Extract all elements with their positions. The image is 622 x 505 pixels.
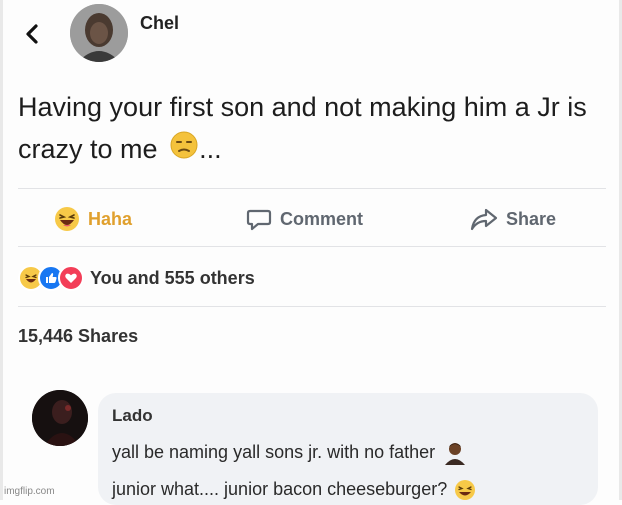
- chevron-left-icon: [26, 24, 38, 44]
- watermark: imgflip.com: [4, 486, 55, 497]
- author-avatar[interactable]: [70, 4, 128, 62]
- post-author[interactable]: Chel: [140, 13, 179, 34]
- divider: [18, 306, 606, 307]
- haha-button[interactable]: Haha: [54, 196, 132, 242]
- share-label: Share: [506, 208, 557, 229]
- comment-text-line: yall be naming yall sons jr. with no fat…: [112, 441, 466, 465]
- unamused-face-icon: [169, 130, 199, 172]
- profile-photo-icon: [70, 4, 128, 62]
- post-ellipsis: ...: [199, 134, 222, 164]
- profile-photo-icon: [32, 390, 88, 446]
- reaction-icons: [18, 265, 84, 291]
- divider: [18, 188, 606, 189]
- comment-label: Comment: [280, 208, 364, 229]
- haha-reaction-icon: [55, 207, 79, 231]
- share-arrow-icon: [470, 208, 498, 231]
- back-button[interactable]: [22, 20, 42, 48]
- grinning-squint-emoji-icon: [455, 480, 476, 501]
- reaction-summary[interactable]: You and 555 others: [18, 265, 255, 291]
- post-text: Having your first son and not making him…: [18, 86, 598, 172]
- comment-text-line: junior what.... junior bacon cheeseburge…: [112, 479, 476, 501]
- post-actions: Haha Comment Share: [18, 196, 606, 242]
- love-reaction-icon: [58, 265, 84, 291]
- share-count[interactable]: 15,446 Shares: [18, 326, 138, 347]
- commenter-avatar[interactable]: [32, 390, 88, 446]
- comment-bubble: Lado yall be naming yall sons jr. with n…: [98, 393, 598, 505]
- comment-line-2: junior what.... junior bacon cheeseburge…: [112, 479, 448, 499]
- comment-icon: [246, 209, 272, 231]
- post-body: Having your first son and not making him…: [18, 92, 587, 164]
- divider: [18, 246, 606, 247]
- share-button[interactable]: Share: [470, 196, 556, 242]
- man-emoji-icon: [445, 443, 466, 465]
- haha-label: Haha: [88, 208, 133, 229]
- commenter-name[interactable]: Lado: [112, 406, 153, 426]
- comment-line-1: yall be naming yall sons jr. with no fat…: [112, 441, 436, 462]
- comment-button[interactable]: Comment: [246, 196, 363, 242]
- reaction-count: You and 555 others: [90, 267, 255, 288]
